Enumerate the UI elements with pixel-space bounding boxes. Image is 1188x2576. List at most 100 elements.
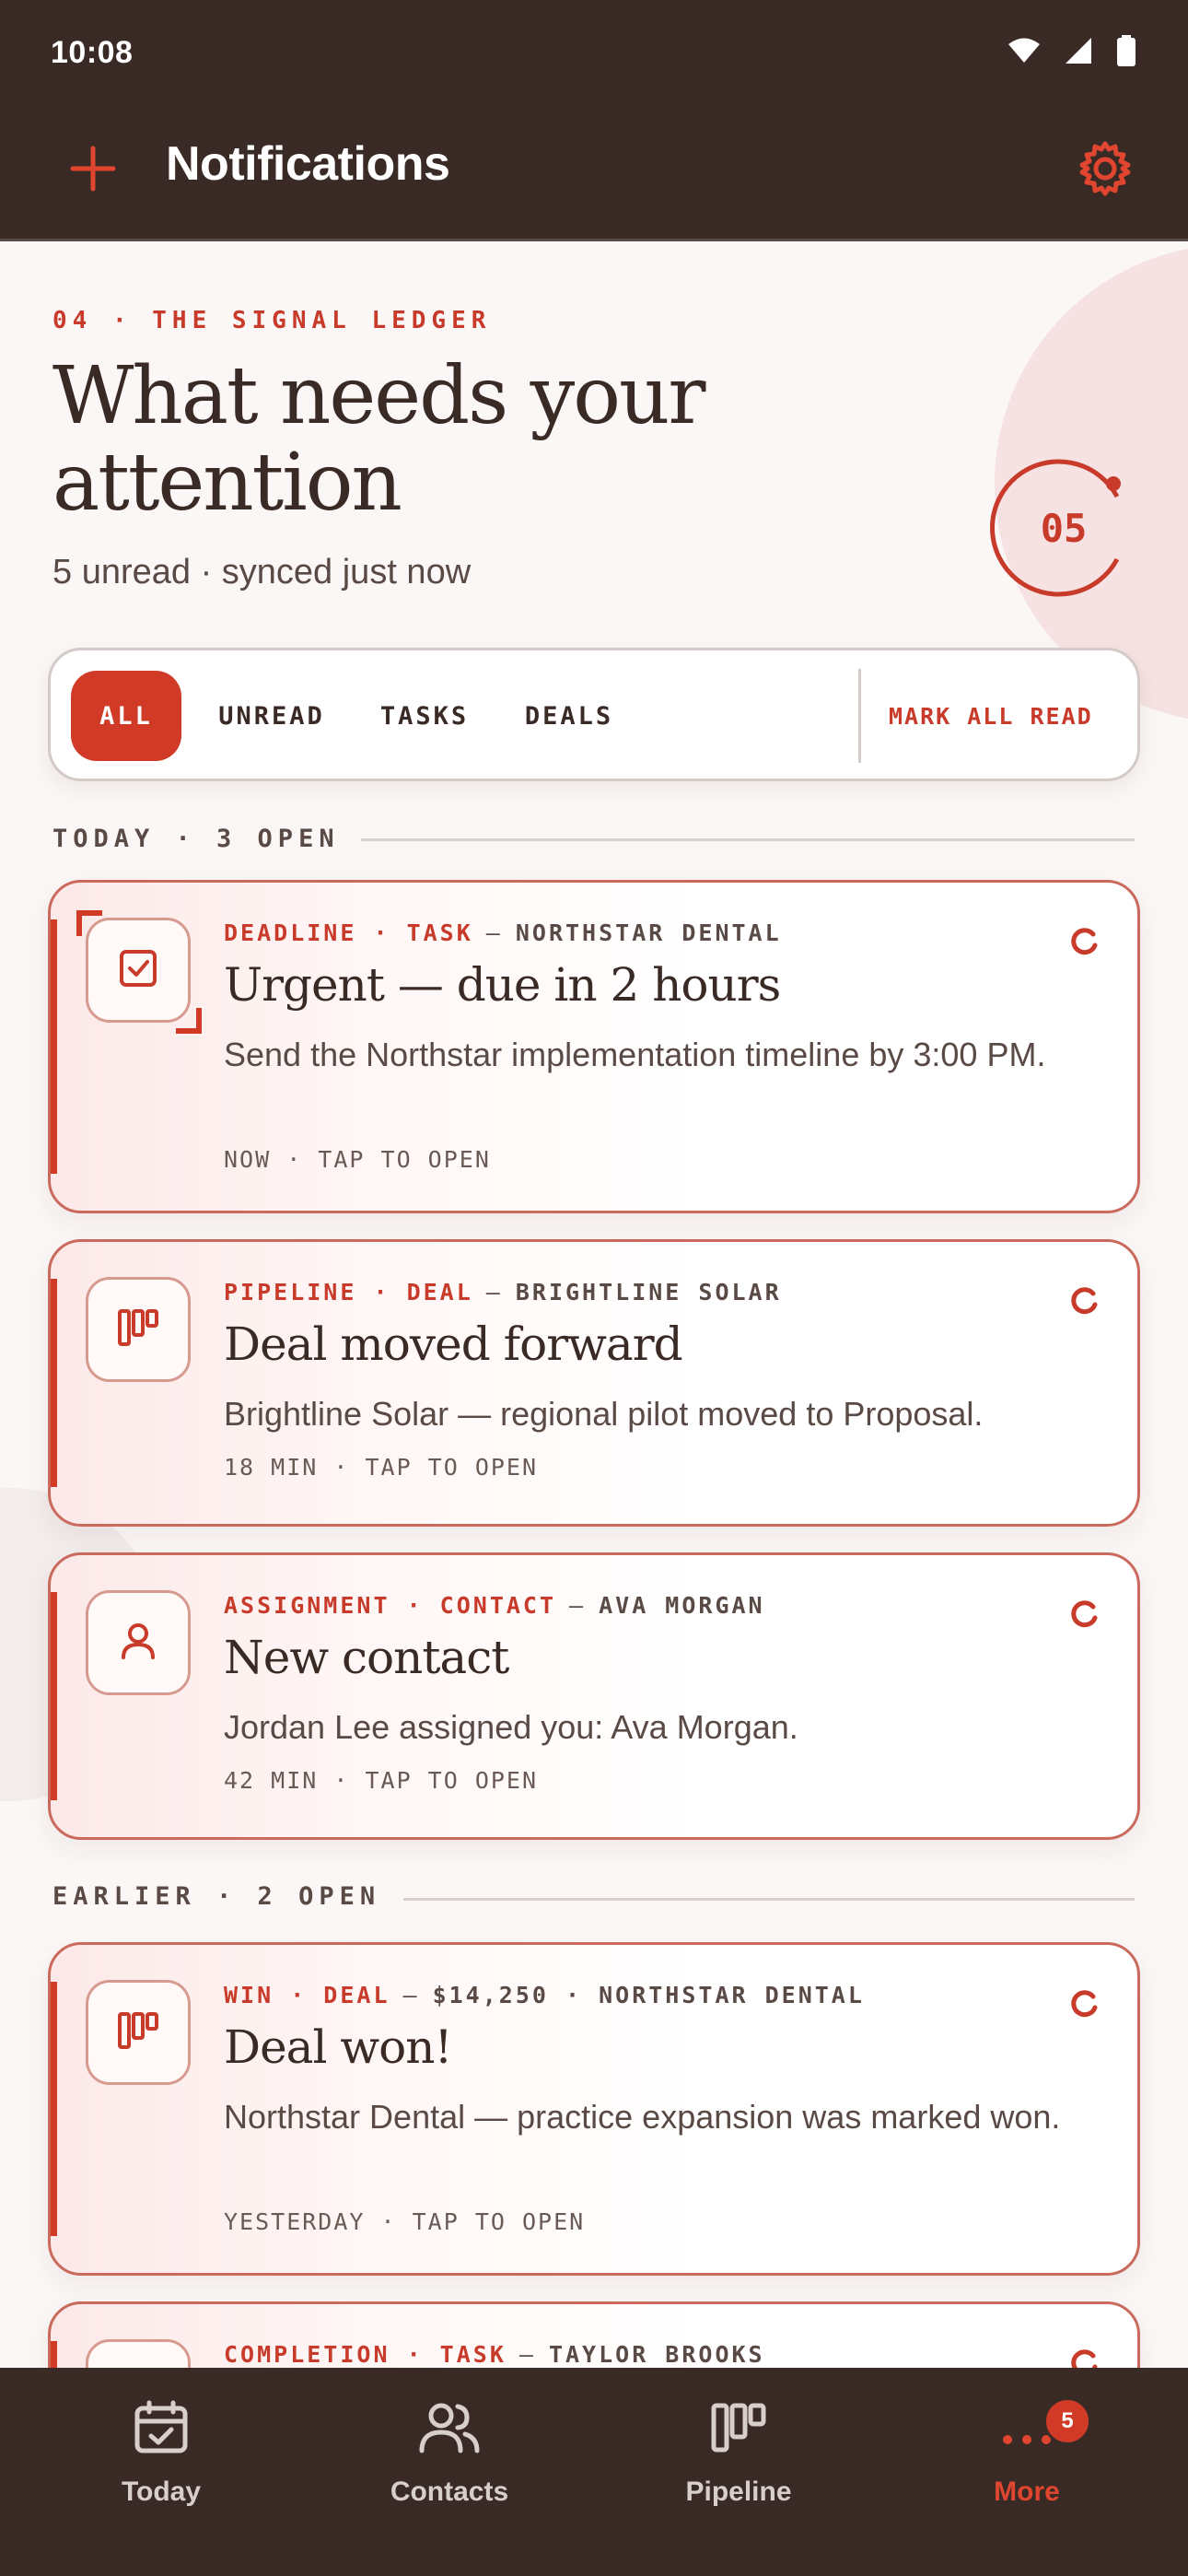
card-tag: COMPLETION · TASK — [224, 2341, 507, 2368]
loading-spinner-icon — [1067, 2347, 1101, 2368]
card-entity: TAYLOR BROOKS — [548, 2341, 765, 2368]
app-bar: Notifications — [0, 111, 1188, 241]
nav-item-more[interactable]: 5 More — [916, 2395, 1137, 2534]
card-title: New contact — [224, 1631, 509, 1684]
notification-card[interactable]: COMPLETION · TASK — TAYLOR BROOKS — [48, 2301, 1140, 2368]
filter-chip-unread[interactable]: UNREAD — [198, 671, 345, 761]
person-icon — [118, 1621, 158, 1666]
loading-spinner-icon — [1067, 1598, 1101, 1631]
card-entity: BRIGHTLINE SOLAR — [515, 1279, 782, 1306]
card-entity: AVA MORGAN — [599, 1592, 765, 1619]
nav-item-today[interactable]: Today — [51, 2395, 272, 2534]
loading-spinner-icon — [1067, 1284, 1101, 1317]
plus-icon — [69, 145, 117, 197]
card-icon-box — [86, 1590, 191, 1695]
section-divider — [403, 1898, 1135, 1901]
pipeline-icon — [706, 2395, 771, 2460]
card-footer: NOW · TAP TO OPEN — [224, 1146, 491, 1173]
card-footer: 42 MIN · TAP TO OPEN — [224, 1767, 539, 1794]
card-tag: WIN · DEAL — [224, 1982, 390, 2008]
counter-number: 05 — [1040, 505, 1088, 551]
card-meta: DEADLINE · TASK — NORTHSTAR DENTAL — [224, 919, 782, 946]
card-accent-bar — [51, 1279, 57, 1487]
card-body: Brightline Solar — regional pilot moved … — [224, 1395, 984, 1433]
meta-dash: — — [485, 919, 503, 946]
wifi-icon — [1007, 38, 1041, 68]
loading-spinner-icon — [1067, 925, 1101, 958]
hero-subline: 5 unread · synced just now — [52, 553, 472, 591]
card-body: Jordan Lee assigned you: Ava Morgan. — [224, 1708, 798, 1746]
nav-item-pipeline[interactable]: Pipeline — [628, 2395, 849, 2534]
nav-label: More — [994, 2476, 1060, 2507]
filter-chip-tasks[interactable]: TASKS — [360, 671, 489, 761]
card-tag: ASSIGNMENT · CONTACT — [224, 1592, 557, 1619]
headline-line: What needs your — [52, 350, 706, 442]
card-title: Deal moved forward — [224, 1317, 683, 1371]
card-entity: $14,250 · NORTHSTAR DENTAL — [432, 1982, 865, 2008]
hero-headline: What needs your attention — [52, 353, 881, 526]
status-time: 10:08 — [51, 35, 134, 70]
filter-chip-all[interactable]: ALL — [71, 671, 181, 761]
card-accent-bar — [51, 1982, 57, 2236]
meta-dash: — — [569, 1592, 587, 1619]
card-icon-box — [86, 1980, 191, 2085]
section-divider — [361, 838, 1135, 841]
card-tag: PIPELINE · DEAL — [224, 1279, 473, 1306]
card-meta: PIPELINE · DEAL — BRIGHTLINE SOLAR — [224, 1279, 782, 1306]
card-accent-bar — [51, 1592, 57, 1800]
nav-label: Today — [121, 2476, 202, 2507]
task-check-icon — [118, 948, 158, 993]
signal-icon — [1065, 37, 1092, 69]
card-body: Send the Northstar implementation timeli… — [224, 1036, 1046, 1073]
notification-card[interactable]: PIPELINE · DEAL — BRIGHTLINE SOLAR Deal mo… — [48, 1239, 1140, 1527]
meta-dash: — — [518, 2341, 536, 2368]
card-accent-bar — [51, 2341, 57, 2368]
card-title: Deal won! — [224, 2020, 453, 2074]
add-button[interactable] — [61, 138, 125, 203]
card-title: Urgent — due in 2 hours — [224, 958, 781, 1012]
hero-kicker: 04 · THE SIGNAL LEDGER — [52, 307, 492, 334]
headline-line: attention — [52, 437, 402, 529]
loading-spinner-icon — [1067, 1987, 1101, 2020]
filter-divider — [858, 669, 861, 763]
gear-icon — [1077, 140, 1134, 202]
section-label-earlier: EARLIER · 2 OPEN — [52, 1882, 381, 1911]
filter-chip-deals[interactable]: DEALS — [511, 671, 627, 761]
notification-card[interactable]: DEADLINE · TASK — NORTHSTAR DENTAL Urgent … — [48, 880, 1140, 1213]
more-badge: 5 — [1043, 2397, 1091, 2445]
card-accent-bar — [51, 919, 57, 1174]
nav-label: Pipeline — [685, 2476, 792, 2507]
mark-all-read-button[interactable]: MARK ALL READ — [889, 671, 1093, 761]
card-icon-box — [86, 1277, 191, 1382]
card-meta: ASSIGNMENT · CONTACT — AVA MORGAN — [224, 1592, 765, 1619]
page-title: Notifications — [166, 137, 450, 191]
card-body: Northstar Dental — practice expansion wa… — [224, 2098, 1061, 2136]
card-meta: COMPLETION · TASK — TAYLOR BROOKS — [224, 2341, 765, 2368]
notifications-content[interactable]: 04 · THE SIGNAL LEDGER What needs your a… — [0, 244, 1188, 2368]
bottom-nav: Today Contacts Pipeline 5 More — [0, 2368, 1188, 2576]
nav-label: Contacts — [390, 2476, 509, 2507]
card-meta: WIN · DEAL — $14,250 · NORTHSTAR DENTAL — [224, 1982, 865, 2008]
meta-dash: — — [402, 1982, 420, 2008]
unread-counter: 05 — [990, 454, 1137, 602]
pipeline-icon — [117, 2010, 159, 2055]
card-tag: DEADLINE · TASK — [224, 919, 473, 946]
card-icon-box — [86, 2339, 191, 2368]
calendar-icon — [129, 2395, 193, 2460]
battery-icon — [1116, 35, 1136, 71]
pipeline-icon — [117, 1307, 159, 1352]
status-bar: 10:08 — [0, 0, 1188, 111]
meta-dash: — — [485, 1279, 503, 1306]
settings-button[interactable] — [1068, 134, 1142, 207]
filter-bar: ALL UNREAD TASKS DEALS MARK ALL READ — [48, 648, 1140, 781]
card-entity: NORTHSTAR DENTAL — [515, 919, 782, 946]
nav-item-contacts[interactable]: Contacts — [339, 2395, 560, 2534]
notification-card[interactable]: ASSIGNMENT · CONTACT — AVA MORGAN New cont… — [48, 1552, 1140, 1840]
card-icon-box — [86, 918, 191, 1023]
notification-card[interactable]: WIN · DEAL — $14,250 · NORTHSTAR DENTAL De… — [48, 1942, 1140, 2276]
section-label-today: TODAY · 3 OPEN — [52, 825, 340, 853]
status-icons — [1007, 35, 1136, 71]
card-footer: YESTERDAY · TAP TO OPEN — [224, 2208, 586, 2235]
corner-bracket — [176, 1008, 202, 1034]
card-footer: 18 MIN · TAP TO OPEN — [224, 1454, 539, 1481]
